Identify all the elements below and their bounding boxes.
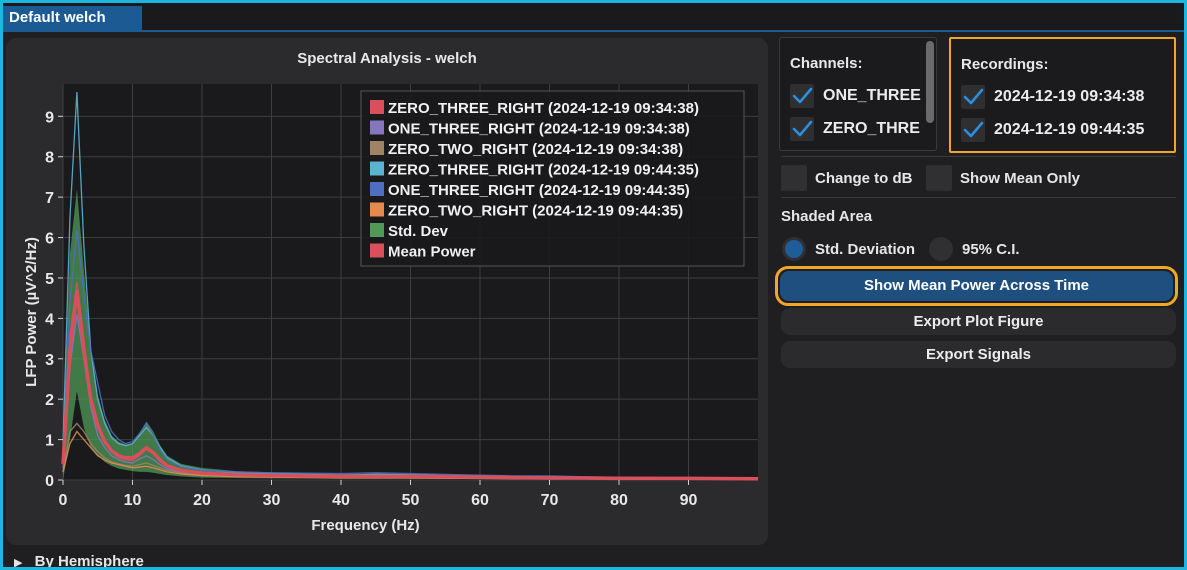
x-tick-label: 50 bbox=[402, 492, 420, 509]
checkmark-icon bbox=[963, 88, 984, 105]
legend-swatch bbox=[370, 182, 384, 196]
app-window: Default welch Spectral Analysis - welch … bbox=[3, 3, 1184, 567]
y-tick-label: 0 bbox=[45, 473, 54, 490]
y-tick-label: 9 bbox=[45, 109, 54, 126]
recording-checkbox[interactable] bbox=[961, 118, 985, 142]
legend-swatch bbox=[370, 100, 384, 114]
recording-label: 2024-12-19 09:44:35 bbox=[994, 121, 1145, 138]
by-hemisphere-expander[interactable]: ▶ By Hemisphere bbox=[14, 553, 144, 567]
legend-entry: ONE_THREE_RIGHT (2024-12-19 09:44:35) bbox=[388, 182, 690, 199]
y-axis-label: LFP Power (µV^2/Hz) bbox=[23, 237, 40, 387]
x-tick-label: 40 bbox=[332, 492, 350, 509]
checkmark-icon bbox=[792, 87, 813, 104]
x-tick-label: 10 bbox=[124, 492, 142, 509]
divider bbox=[781, 156, 1176, 157]
x-tick-label: 20 bbox=[193, 492, 211, 509]
tab-bar: Default welch bbox=[3, 3, 1184, 30]
change-to-db-checkbox[interactable] bbox=[781, 165, 807, 191]
control-panel: Channels: ONE_THREE ZERO_THRE Recordings… bbox=[775, 36, 1178, 566]
std-deviation-option[interactable]: Std. Deviation bbox=[782, 236, 915, 262]
legend-swatch bbox=[370, 141, 384, 155]
x-tick-label: 70 bbox=[541, 492, 559, 509]
ci-label: 95% C.I. bbox=[962, 240, 1020, 258]
y-tick-label: 3 bbox=[45, 352, 54, 369]
legend-entry: Std. Dev bbox=[388, 223, 449, 240]
std-deviation-radio[interactable] bbox=[782, 237, 806, 261]
channels-scrollbar[interactable] bbox=[926, 41, 934, 123]
legend-entry: ZERO_THREE_RIGHT (2024-12-19 09:44:35) bbox=[388, 162, 699, 179]
y-tick-label: 6 bbox=[45, 231, 54, 248]
change-to-db-toggle[interactable]: Change to dB bbox=[781, 164, 913, 192]
channel-checkbox[interactable] bbox=[790, 117, 814, 141]
show-mean-only-checkbox[interactable] bbox=[926, 165, 952, 191]
channel-item[interactable]: ZERO_THRE bbox=[790, 116, 920, 142]
y-tick-label: 7 bbox=[45, 190, 54, 207]
x-tick-label: 60 bbox=[471, 492, 489, 509]
divider bbox=[781, 197, 1176, 198]
y-tick-label: 2 bbox=[45, 392, 54, 409]
y-tick-label: 1 bbox=[45, 433, 54, 450]
show-mean-power-across-time-button[interactable]: Show Mean Power Across Time bbox=[780, 271, 1173, 301]
mean-power-highlight: Show Mean Power Across Time bbox=[775, 266, 1178, 306]
ci-option[interactable]: 95% C.I. bbox=[929, 236, 1020, 262]
checkmark-icon bbox=[792, 120, 813, 137]
channel-checkbox[interactable] bbox=[790, 84, 814, 108]
legend-entry: Mean Power bbox=[388, 244, 476, 261]
channel-label: ONE_THREE bbox=[823, 87, 921, 104]
recording-checkbox[interactable] bbox=[961, 85, 985, 109]
legend-entry: ZERO_TWO_RIGHT (2024-12-19 09:44:35) bbox=[388, 203, 683, 220]
export-plot-figure-button[interactable]: Export Plot Figure bbox=[781, 308, 1176, 335]
y-tick-label: 4 bbox=[45, 311, 54, 328]
x-tick-label: 0 bbox=[59, 492, 68, 509]
recording-label: 2024-12-19 09:34:38 bbox=[994, 88, 1145, 105]
legend-swatch bbox=[370, 161, 384, 176]
recording-item[interactable]: 2024-12-19 09:34:38 bbox=[961, 84, 1144, 110]
y-tick-label: 5 bbox=[45, 271, 54, 288]
legend-swatch bbox=[370, 223, 384, 237]
checkmark-icon bbox=[963, 121, 984, 138]
legend-swatch bbox=[370, 243, 384, 258]
recordings-list[interactable]: Recordings: 2024-12-19 09:34:38 2024-12-… bbox=[949, 37, 1176, 153]
legend-entry: ZERO_THREE_RIGHT (2024-12-19 09:34:38) bbox=[388, 100, 699, 117]
y-tick-label: 8 bbox=[45, 150, 54, 167]
ci-radio[interactable] bbox=[929, 237, 953, 261]
recordings-title: Recordings: bbox=[961, 56, 1049, 73]
channels-title: Channels: bbox=[790, 55, 863, 72]
plot-panel: Spectral Analysis - welch 0 10 20 30 40 50 60 7… bbox=[6, 38, 768, 545]
x-tick-label: 30 bbox=[263, 492, 281, 509]
spectral-plot: 0 10 20 30 40 50 60 70 80 90 0 1 2 3 4 5 6 7 8 9 Frequency (… bbox=[23, 84, 759, 534]
channels-list[interactable]: Channels: ONE_THREE ZERO_THRE bbox=[779, 37, 937, 151]
tab-underline bbox=[3, 30, 1184, 32]
std-deviation-label: Std. Deviation bbox=[815, 240, 916, 258]
legend-swatch bbox=[370, 120, 384, 135]
x-tick-label: 90 bbox=[680, 492, 698, 509]
shaded-area-title: Shaded Area bbox=[781, 208, 873, 225]
show-mean-only-label: Show Mean Only bbox=[960, 169, 1081, 187]
channel-label: ZERO_THRE bbox=[823, 120, 920, 137]
show-mean-only-toggle[interactable]: Show Mean Only bbox=[926, 164, 1080, 192]
x-axis-label: Frequency (Hz) bbox=[311, 517, 419, 534]
export-signals-button[interactable]: Export Signals bbox=[781, 341, 1176, 368]
change-to-db-label: Change to dB bbox=[815, 169, 913, 187]
recording-item[interactable]: 2024-12-19 09:44:35 bbox=[961, 117, 1144, 143]
tab-default-welch[interactable]: Default welch bbox=[3, 6, 142, 30]
by-hemisphere-label: By Hemisphere bbox=[34, 553, 144, 567]
legend-entry: ONE_THREE_RIGHT (2024-12-19 09:34:38) bbox=[388, 121, 690, 138]
legend-entry: ZERO_TWO_RIGHT (2024-12-19 09:34:38) bbox=[388, 141, 683, 158]
channel-item[interactable]: ONE_THREE bbox=[790, 83, 921, 109]
x-tick-label: 80 bbox=[610, 492, 628, 509]
legend-swatch bbox=[370, 202, 384, 217]
expand-arrow-icon: ▶ bbox=[14, 557, 23, 567]
